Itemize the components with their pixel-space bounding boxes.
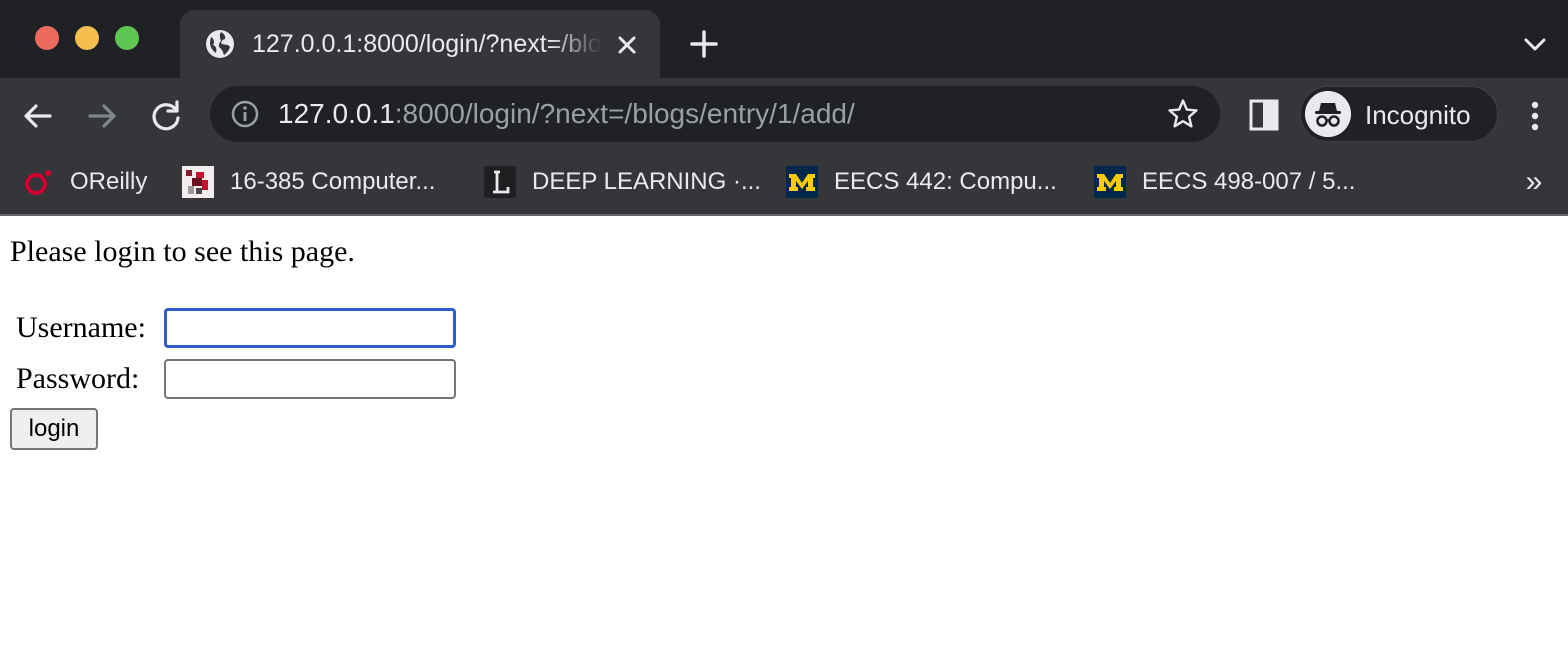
cmu-icon <box>182 166 214 198</box>
username-input[interactable] <box>164 308 456 348</box>
bookmark-label: 16-385 Computer... <box>230 168 436 195</box>
globe-icon <box>206 30 234 58</box>
side-panel-icon[interactable] <box>1246 96 1282 134</box>
bookmark-star-icon[interactable] <box>1166 97 1200 131</box>
close-tab-icon[interactable] <box>612 30 642 60</box>
tab-strip: 127.0.0.1:8000/login/?next=/blogs/entry/… <box>0 0 1568 78</box>
bookmark-label: DEEP LEARNING ·... <box>532 168 761 195</box>
url-text: 127.0.0.1:8000/login/?next=/blogs/entry/… <box>278 96 855 132</box>
new-tab-plus-icon[interactable] <box>686 26 722 62</box>
bookmarks-bar: OReilly 16-385 Computer... DEEP LEARNING… <box>0 152 1568 216</box>
bookmark-label: OReilly <box>70 168 148 195</box>
incognito-icon <box>1305 91 1351 137</box>
bookmarks-overflow-icon[interactable]: » <box>1516 166 1552 198</box>
back-arrow-icon[interactable] <box>18 96 58 136</box>
minimize-window-button[interactable] <box>75 26 99 50</box>
page-content: Please login to see this page. Username:… <box>0 216 1568 654</box>
url-host: 127.0.0.1 <box>278 98 395 129</box>
incognito-profile-button[interactable]: Incognito <box>1300 86 1498 142</box>
maximize-window-button[interactable] <box>115 26 139 50</box>
url-path: :8000/login/?next=/blogs/entry/1/add/ <box>394 98 855 129</box>
login-message: Please login to see this page. <box>10 235 355 268</box>
reload-icon[interactable] <box>146 96 186 136</box>
close-window-button[interactable] <box>35 26 59 50</box>
login-button[interactable]: login <box>10 408 98 450</box>
browser-toolbar: 127.0.0.1:8000/login/?next=/blogs/entry/… <box>0 78 1568 152</box>
oreilly-icon <box>25 170 51 195</box>
password-input[interactable] <box>164 359 456 399</box>
password-label: Password: <box>16 362 140 395</box>
umich-icon <box>1094 166 1126 198</box>
bookmark-label: EECS 498-007 / 5... <box>1142 168 1356 195</box>
tab-active[interactable]: 127.0.0.1:8000/login/?next=/blogs/entry/… <box>180 10 660 78</box>
umich-icon <box>786 166 818 198</box>
deep-learning-icon <box>484 166 516 198</box>
site-info-icon[interactable] <box>230 99 260 129</box>
tab-search-chevron-icon[interactable] <box>1518 30 1552 60</box>
tab-title: 127.0.0.1:8000/login/?next=/blogs/entry/… <box>252 30 602 58</box>
more-menu-icon[interactable] <box>1520 96 1550 136</box>
address-bar[interactable]: 127.0.0.1:8000/login/?next=/blogs/entry/… <box>210 86 1220 142</box>
incognito-label: Incognito <box>1365 100 1471 130</box>
username-label: Username: <box>16 311 146 344</box>
forward-arrow-icon[interactable] <box>82 96 122 136</box>
bookmark-label: EECS 442: Compu... <box>834 168 1057 195</box>
